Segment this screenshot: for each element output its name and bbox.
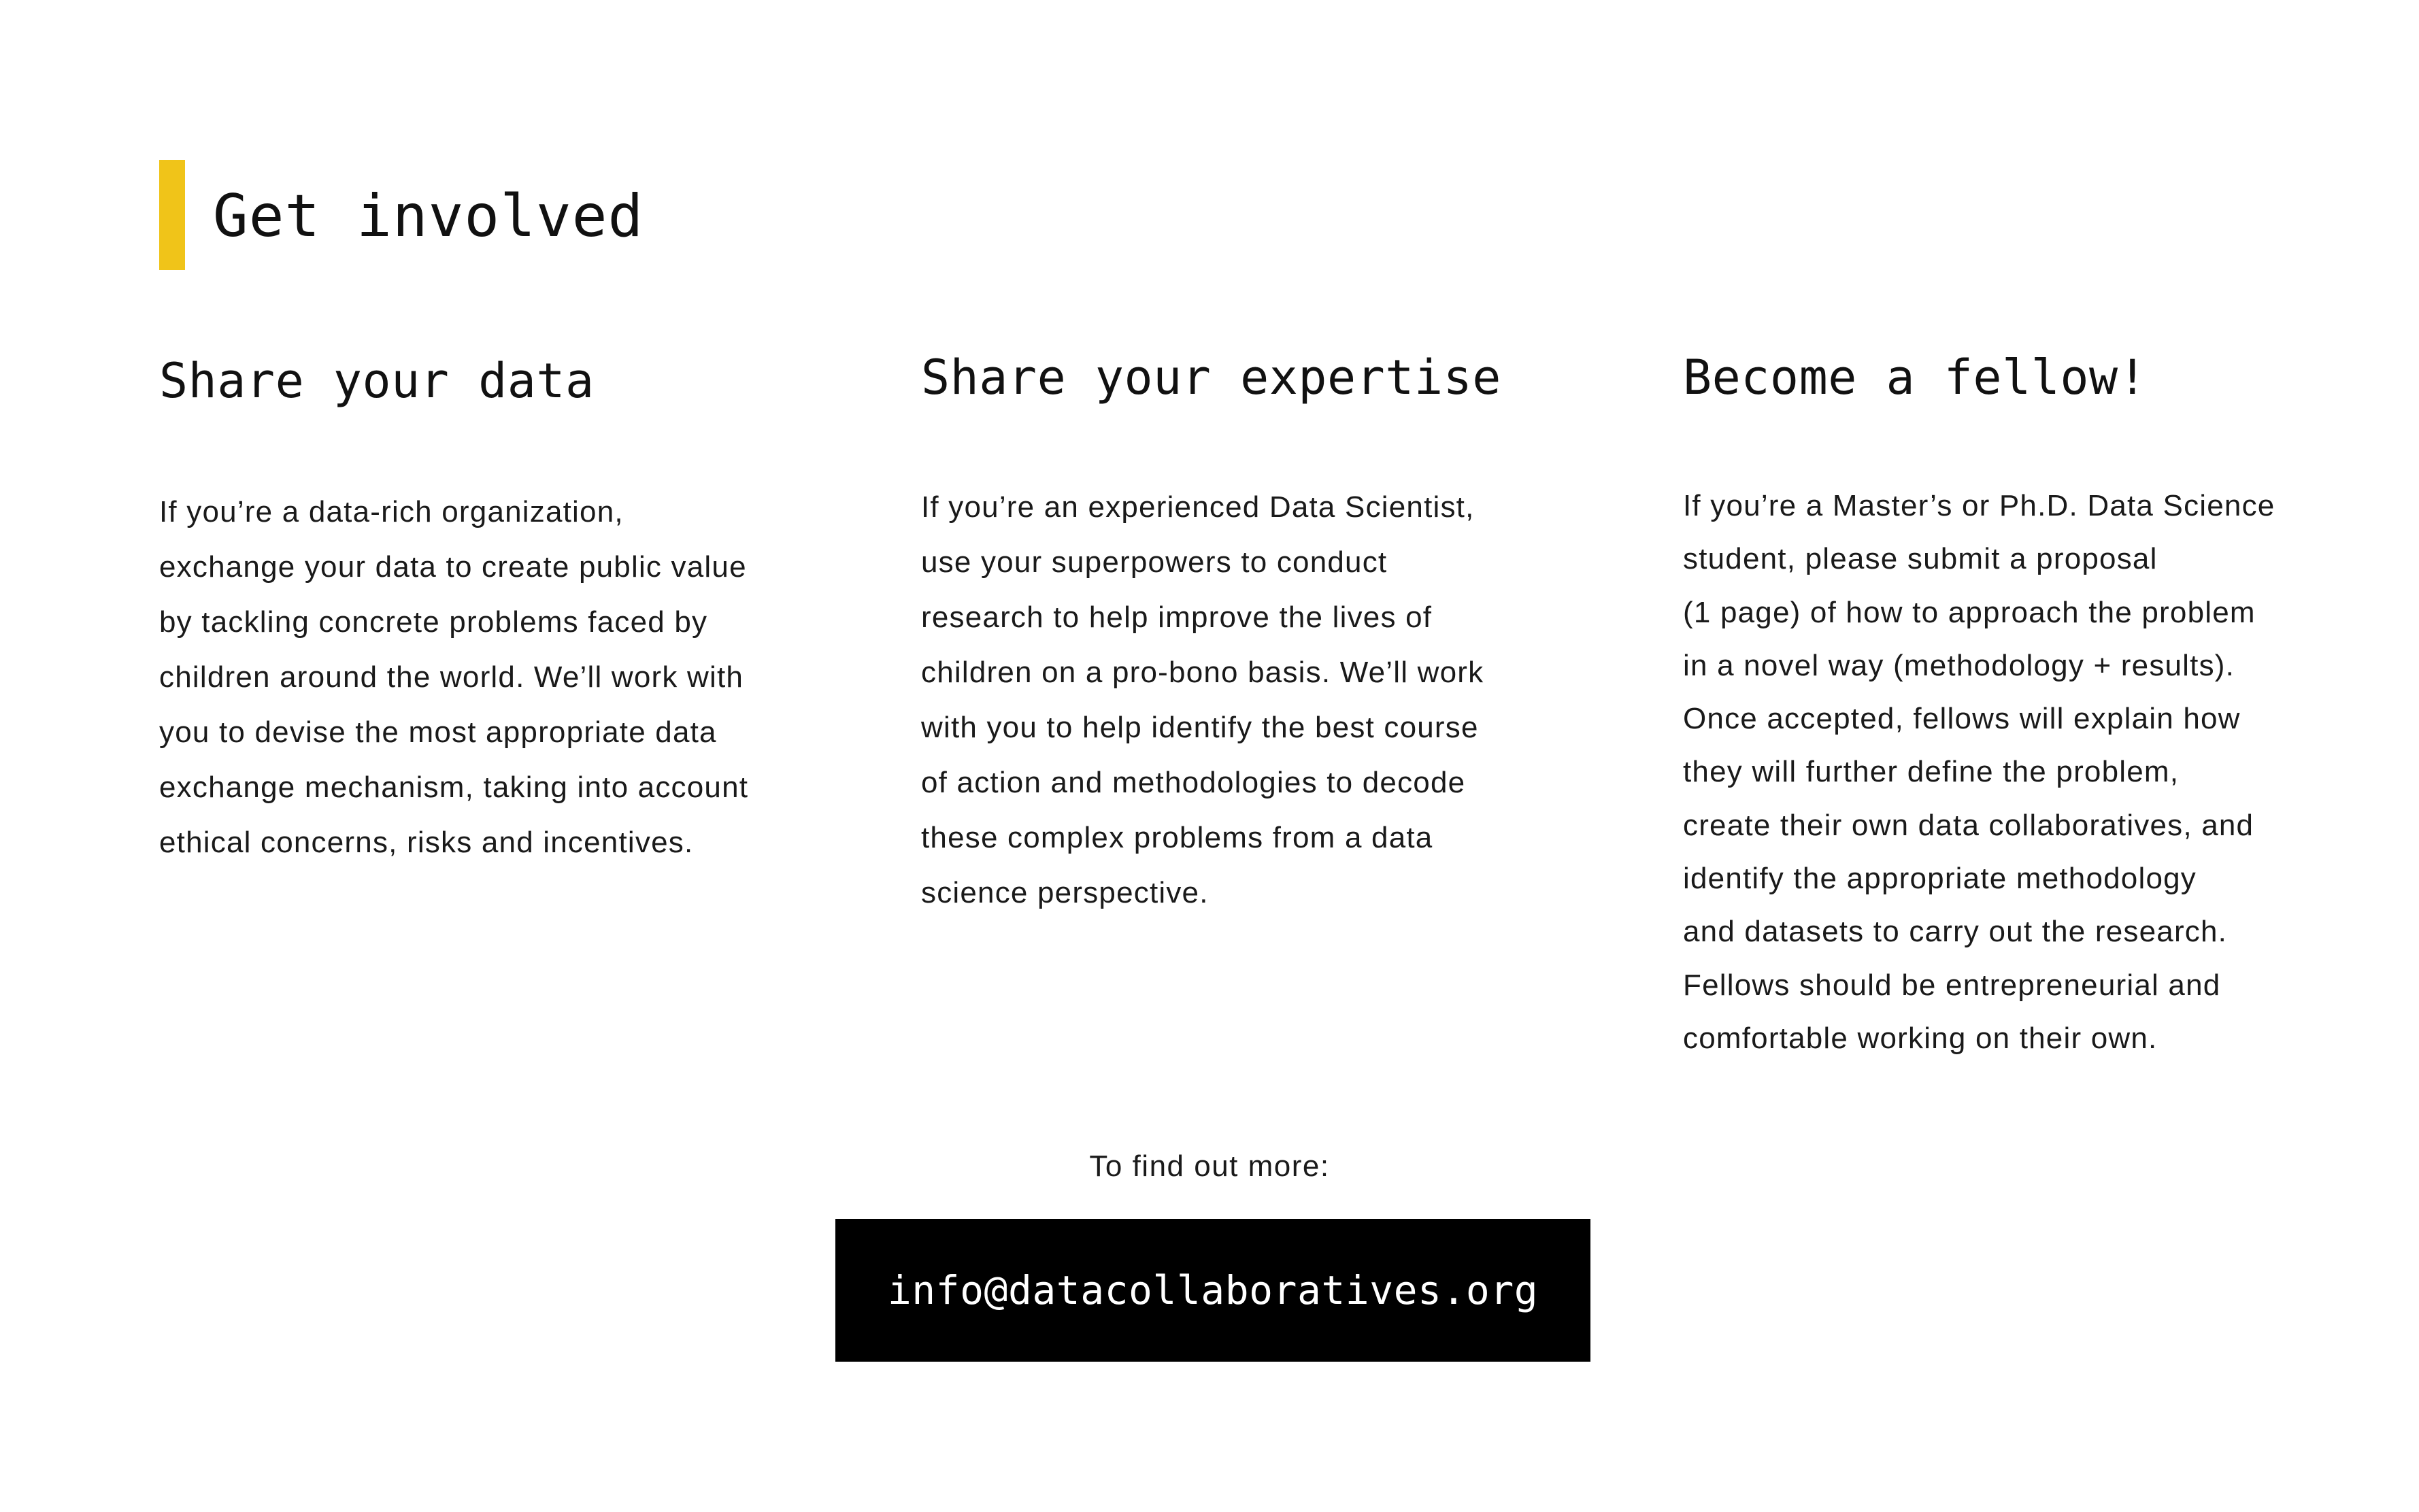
text-line: create their own data collaboratives, an… <box>1683 808 2254 842</box>
text-line: If you’re an experienced Data Scientist, <box>921 490 1475 524</box>
text-line: Fellows should be entrepreneurial and <box>1683 968 2221 1002</box>
text-line: you to devise the most appropriate data <box>159 716 717 749</box>
become-fellow-section: Become a fellow! If you’re a Master’s or… <box>1683 343 2295 1065</box>
text-line: in a novel way (methodology + results). <box>1683 648 2235 682</box>
share-data-text: If you’re a data-rich organization, excha… <box>159 484 771 870</box>
email-address: info@datacollaboratives.org <box>887 1267 1539 1313</box>
share-data-section: Share your data If you’re a data-rich or… <box>159 347 771 870</box>
text-line: (1 page) of how to approach the problem <box>1683 595 2256 629</box>
text-line: research to help improve the lives of <box>921 601 1433 634</box>
share-data-heading: Share your data <box>159 353 595 409</box>
email-contact-button[interactable]: info@datacollaboratives.org <box>835 1219 1590 1362</box>
text-line: with you to help identify the best cours… <box>921 711 1479 744</box>
become-fellow-text: If you’re a Master’s or Ph.D. Data Scien… <box>1683 480 2295 1065</box>
text-line: comfortable working on their own. <box>1683 1021 2158 1055</box>
text-line: ethical concerns, risks and incentives. <box>159 826 694 859</box>
share-expertise-text: If you’re an experienced Data Scientist,… <box>921 480 1533 920</box>
share-expertise-heading: Share your expertise <box>921 350 1501 405</box>
text-line: If you’re a Master’s or Ph.D. Data Scien… <box>1683 489 2275 522</box>
page-title: Get involved <box>213 182 644 250</box>
text-line: use your superpowers to conduct <box>921 545 1388 579</box>
text-line: identify the appropriate methodology <box>1683 862 2197 896</box>
text-line: they will further define the problem, <box>1683 755 2180 789</box>
find-out-more-label: To find out more: <box>1089 1149 1330 1183</box>
text-line: science perspective. <box>921 876 1209 909</box>
title-accent-bar <box>159 160 185 270</box>
text-line: and datasets to carry out the research. <box>1683 915 2228 949</box>
text-line: student, please submit a proposal <box>1683 542 2158 576</box>
text-line: these complex problems from a data <box>921 821 1433 854</box>
text-line: exchange mechanism, taking into account <box>159 771 749 804</box>
share-expertise-section: Share your expertise If you’re an experi… <box>921 343 1533 920</box>
text-line: children on a pro-bono basis. We’ll work <box>921 656 1484 689</box>
text-line: If you’re a data-rich organization, <box>159 495 624 528</box>
text-line: Once accepted, fellows will explain how <box>1683 702 2241 736</box>
become-fellow-heading: Become a fellow! <box>1683 350 2148 405</box>
text-line: children around the world. We’ll work wi… <box>159 660 744 694</box>
text-line: of action and methodologies to decode <box>921 766 1466 799</box>
text-line: exchange your data to create public valu… <box>159 550 747 584</box>
text-line: by tackling concrete problems faced by <box>159 605 708 639</box>
